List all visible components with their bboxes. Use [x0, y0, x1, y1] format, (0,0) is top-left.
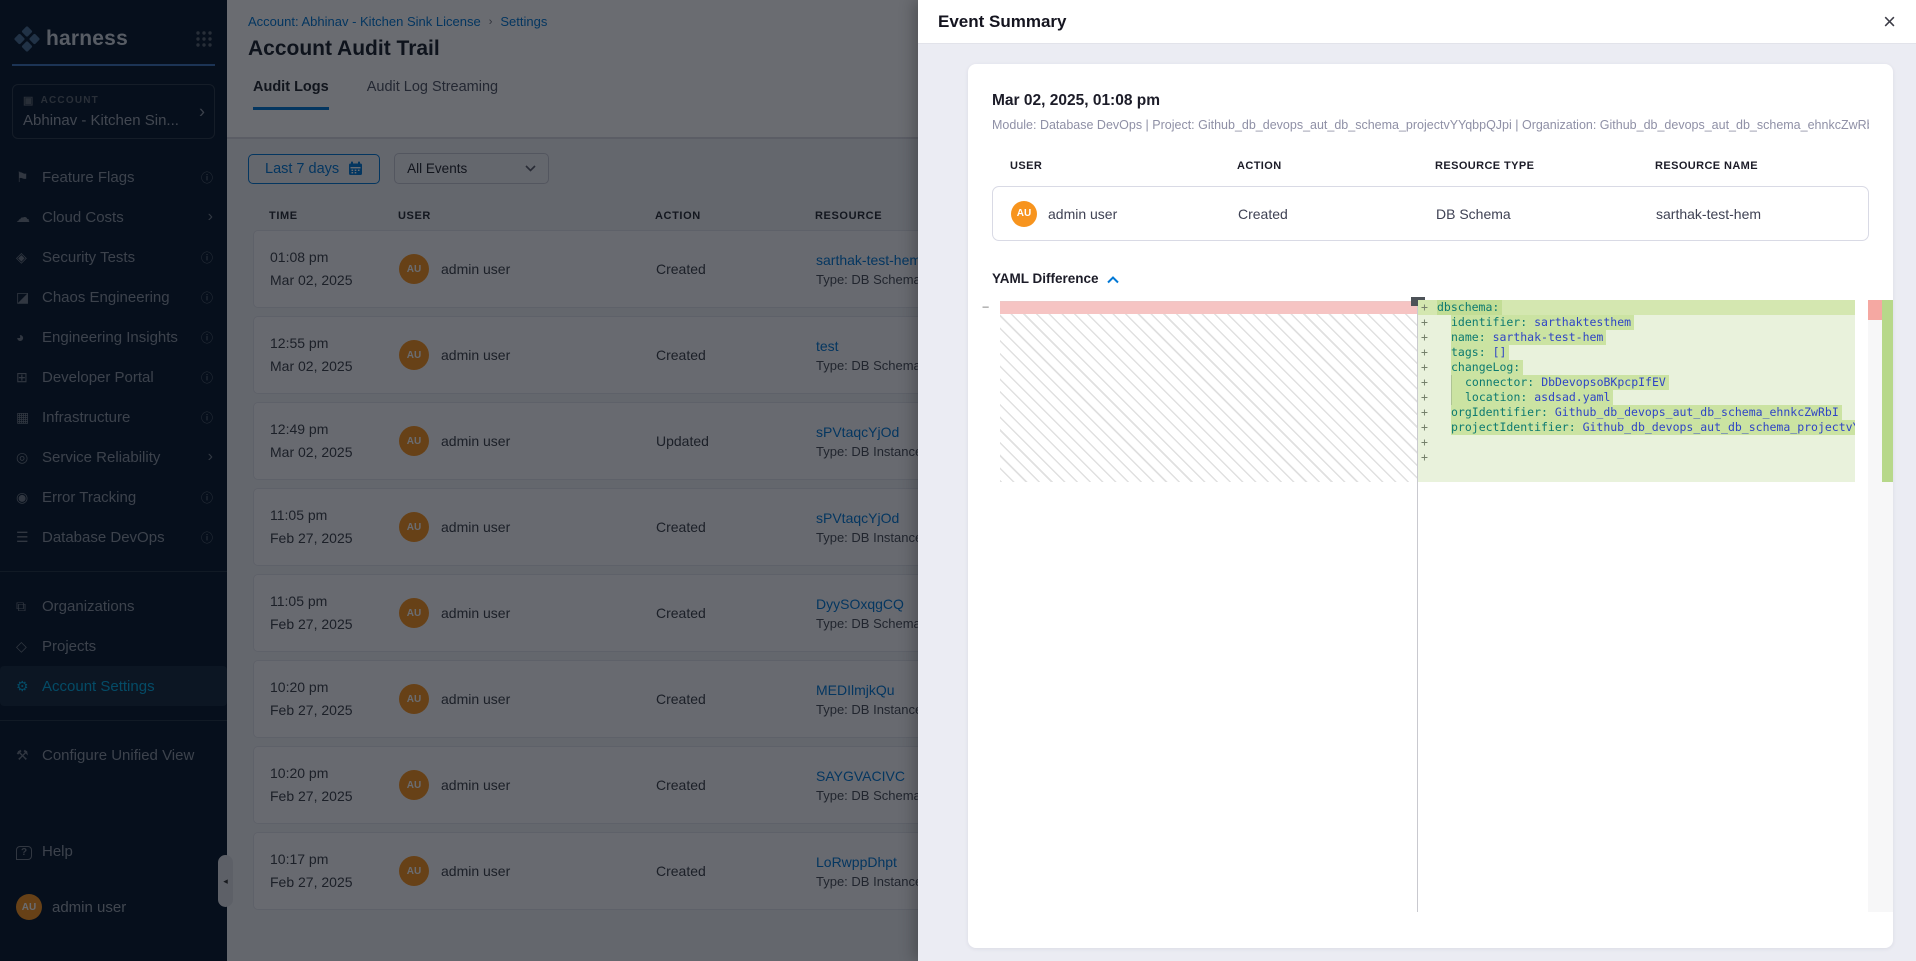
- diff-line: +tags: []: [1418, 345, 1855, 360]
- diff-line: +dbschema:: [1418, 300, 1855, 315]
- diff-removed-gutter: −: [982, 300, 998, 314]
- event-action: Created: [1238, 206, 1436, 222]
- close-icon[interactable]: ×: [1883, 11, 1896, 33]
- diff-overview-ruler-additions[interactable]: [1882, 300, 1893, 912]
- diff-line: +connector: DbDevopsoBKpcpIfEV: [1418, 375, 1855, 390]
- yaml-difference-toggle[interactable]: YAML Difference: [992, 271, 1869, 286]
- addition-mark: [1882, 300, 1893, 482]
- diff-line: +name: sarthak-test-hem: [1418, 330, 1855, 345]
- diff-added-pane: +dbschema: +identifier: sarthaktesthem +…: [1418, 300, 1855, 482]
- diff-removed-line: [1000, 301, 1417, 314]
- diff-line: +location: asdsad.yaml: [1418, 390, 1855, 405]
- col-resource-name: RESOURCE NAME: [1655, 160, 1869, 172]
- col-resource-type: RESOURCE TYPE: [1435, 160, 1655, 172]
- diff-overview-ruler-deletions[interactable]: [1868, 300, 1882, 912]
- drawer-title: Event Summary: [938, 12, 1883, 32]
- diff-empty-region: [1000, 314, 1417, 482]
- diff-line: [1418, 465, 1855, 480]
- chevron-up-icon: [1107, 276, 1119, 284]
- event-resource-type: DB Schema: [1436, 206, 1656, 222]
- diff-line: +orgIdentifier: Github_db_devops_aut_db_…: [1418, 405, 1855, 420]
- event-context: Module: Database DevOps | Project: Githu…: [992, 118, 1869, 132]
- event-resource-name: sarthak-test-hem: [1656, 206, 1868, 222]
- event-row: AU admin user Created DB Schema sarthak-t…: [992, 186, 1869, 241]
- event-table-header: USER ACTION RESOURCE TYPE RESOURCE NAME: [992, 160, 1869, 172]
- event-timestamp: Mar 02, 2025, 01:08 pm: [992, 92, 1869, 110]
- event-summary-card: Mar 02, 2025, 01:08 pm Module: Database …: [968, 64, 1893, 948]
- yaml-diff-editor[interactable]: − +dbschema: +identifier: sarthaktesthem…: [992, 300, 1869, 912]
- diff-line: +identifier: sarthaktesthem: [1418, 315, 1855, 330]
- col-user: USER: [1010, 160, 1237, 172]
- diff-line: +projectIdentifier: Github_db_devops_aut…: [1418, 420, 1855, 435]
- diff-line: +changeLog:: [1418, 360, 1855, 375]
- event-summary-drawer: Event Summary × Mar 02, 2025, 01:08 pm M…: [918, 0, 1916, 961]
- deletion-mark: [1868, 300, 1882, 320]
- diff-line: +: [1418, 435, 1855, 450]
- drawer-header: Event Summary ×: [918, 0, 1916, 44]
- col-action: ACTION: [1237, 160, 1435, 172]
- diff-decorations-column: [1855, 300, 1868, 912]
- diff-line: +: [1418, 450, 1855, 465]
- event-user: admin user: [1048, 206, 1117, 222]
- avatar: AU: [1011, 201, 1037, 227]
